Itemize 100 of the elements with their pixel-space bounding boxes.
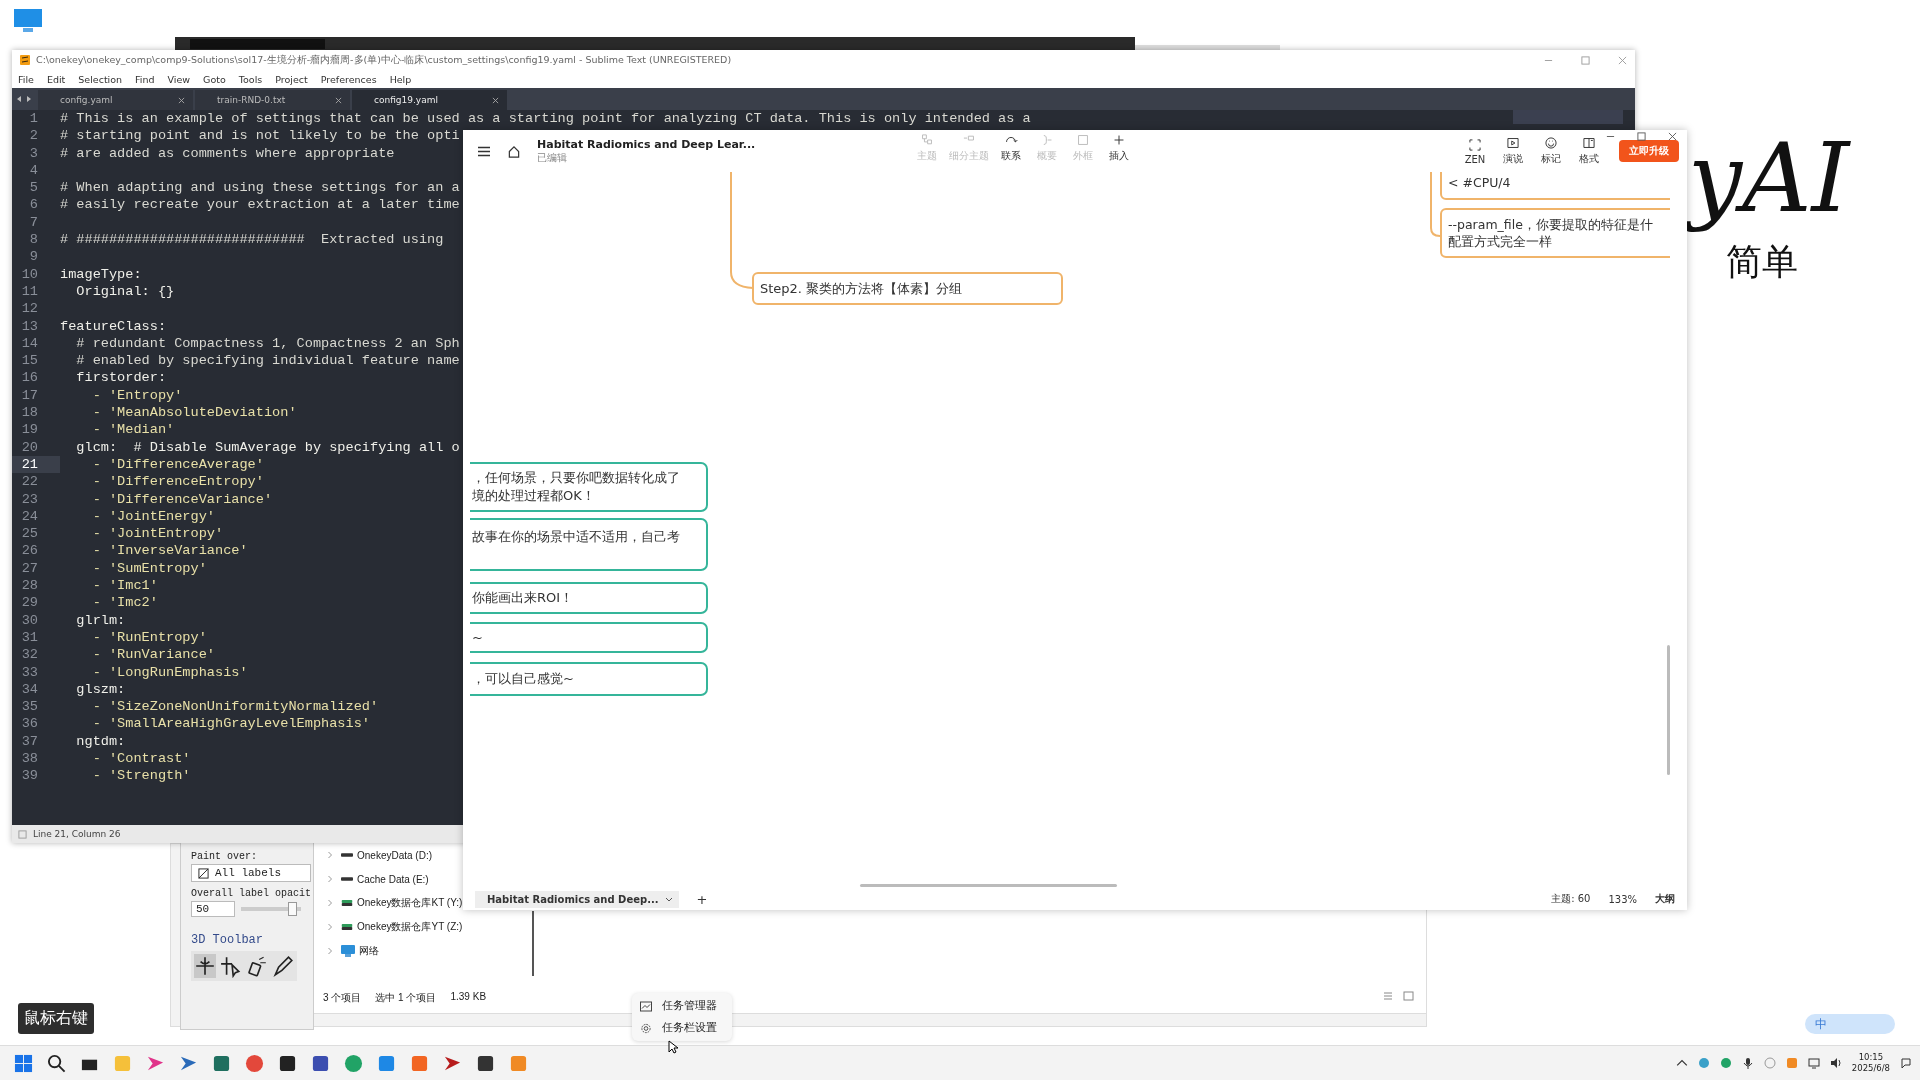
line-number: 20 xyxy=(20,438,39,456)
code-line: imageType: xyxy=(60,265,142,283)
tree-item[interactable]: Cache Data (E:) xyxy=(327,870,429,888)
logo-text: yAI xyxy=(1688,121,1850,236)
topic-node[interactable]: --param_file，你要提取的特征是什 配置方式完全一样 xyxy=(1440,208,1670,258)
opacity-label: Overall label opacit xyxy=(191,888,312,899)
code-line: # When adapting and using these settings for an a xyxy=(60,179,460,197)
code-line: # enabled by specifying individual feature name xyxy=(75,352,460,370)
menu-item[interactable]: Preferences xyxy=(320,73,377,85)
code-line: - 'MeanAbsoluteDeviation' xyxy=(91,404,297,422)
topic-node[interactable]: Step2. 聚类的方法将【体素】分组 xyxy=(752,272,1063,305)
code-line: - 'SizeZoneNonUniformityNormalized' xyxy=(91,698,379,716)
menu-item[interactable]: Help xyxy=(389,73,412,85)
toolbar-button[interactable]: 演说 xyxy=(1499,136,1527,166)
line-number: 11 xyxy=(20,282,39,301)
code-line: - 'DifferenceAverage' xyxy=(91,455,264,474)
window-title: C:\onekey\onekey_comp\comp9-Solutions\sol17-生境分析-瘤内瘤周-多(单)中心-临床\custom_settings\config19.yaml - Sublime Text (UNREGISTERED) xyxy=(36,53,732,67)
line-number: 2 xyxy=(28,127,39,145)
line-number: 21 xyxy=(12,455,60,474)
code-line: glrlm: xyxy=(75,611,126,629)
code-line: - 'DifferenceVariance' xyxy=(91,490,273,508)
code-line: - 'LongRunEmphasis' xyxy=(91,663,248,681)
toolbar-button[interactable]: 联系 xyxy=(997,133,1025,163)
line-number: 36 xyxy=(20,715,39,733)
file-tab[interactable]: train-RND-0.txt xyxy=(195,90,350,110)
file-tab[interactable]: config19.yaml xyxy=(352,90,507,110)
caption-label: 鼠标右键 xyxy=(18,1003,94,1034)
code-line: - 'JointEnergy' xyxy=(91,507,215,526)
toolbar-button[interactable]: 格式 xyxy=(1575,136,1603,166)
menu-item[interactable]: File xyxy=(18,73,34,85)
line-number: 31 xyxy=(20,628,39,647)
tree-item[interactable]: Onekey数据仓库YT (Z:) xyxy=(327,918,463,936)
clock-time[interactable]: 10:15 xyxy=(1858,1052,1884,1063)
topic-node[interactable]: 故事在你的场景中适不适用，自己考 xyxy=(470,518,708,571)
line-number: 34 xyxy=(20,680,39,699)
zoom-level[interactable]: 133% xyxy=(1608,893,1637,905)
code-line: # redundant Compactness 1, Compactness 2 an Sph xyxy=(75,334,460,353)
toolbar-button[interactable]: 插入 xyxy=(1105,133,1133,163)
code-line: - 'SumEntropy' xyxy=(91,559,207,577)
topic-node[interactable]: < #CPU/4 xyxy=(1440,172,1670,200)
line-number: 15 xyxy=(20,352,39,370)
menu-item[interactable]: View xyxy=(167,73,191,85)
menu-item[interactable]: 任务管理器 xyxy=(632,995,732,1017)
topic-node[interactable]: ~ xyxy=(470,622,708,653)
code-line: Original: {} xyxy=(75,282,175,301)
line-number: 3 xyxy=(28,144,39,162)
line-number: 37 xyxy=(20,732,39,750)
line-number: 4 xyxy=(28,161,39,180)
menu-item[interactable]: Edit xyxy=(46,73,66,85)
menu-item[interactable]: 任务栏设置 xyxy=(632,1017,732,1039)
outline-button[interactable]: 大纲 xyxy=(1655,892,1675,906)
menu-item[interactable]: Project xyxy=(275,73,308,85)
menu-item[interactable]: Tools xyxy=(238,73,263,85)
line-number: 27 xyxy=(20,559,39,577)
code-line: # starting point and is not likely to be the opti xyxy=(60,127,460,145)
line-number: 26 xyxy=(20,542,39,560)
toolbar-button[interactable]: 标记 xyxy=(1537,136,1565,166)
code-line: - 'Strength' xyxy=(91,767,191,785)
code-line: - 'JointEntropy' xyxy=(91,525,224,543)
topic-node[interactable]: 你能画出来ROI！ xyxy=(470,582,708,614)
paint-over-dropdown[interactable]: All labels xyxy=(191,864,311,882)
code-line: - 'DifferenceEntropy' xyxy=(91,473,264,491)
menu-item[interactable]: Selection xyxy=(78,73,123,85)
tree-item[interactable]: OnekeyData (D:) xyxy=(327,846,433,864)
menu-item[interactable]: Goto xyxy=(203,73,226,85)
line-number: 8 xyxy=(28,231,39,249)
topic-count: 主题: 60 xyxy=(1551,892,1591,906)
line-number: 17 xyxy=(20,386,39,405)
line-number: 13 xyxy=(20,317,39,335)
line-number: 33 xyxy=(20,663,39,681)
tree-item[interactable]: Onekey数据仓库KT (Y:) xyxy=(327,894,463,912)
code-line: # easily recreate your extraction at a later time xyxy=(60,196,460,214)
code-line: # ############################ Extracted using xyxy=(60,231,444,249)
line-number: 18 xyxy=(20,404,39,422)
line-number: 1 xyxy=(28,110,39,128)
file-tab[interactable]: config.yaml xyxy=(38,90,193,110)
line-number: 19 xyxy=(20,421,39,439)
toolbar-button[interactable]: ZEN xyxy=(1461,137,1489,165)
code-line: glcm: # Disable SumAverage by specifying all o xyxy=(75,438,460,456)
code-line: - 'RunEntropy' xyxy=(91,628,207,647)
line-number: 7 xyxy=(28,213,39,232)
topic-node[interactable]: ，任何场景，只要你吧数据转化成了 境的处理过程都OK！ xyxy=(470,462,708,512)
section-title: 3D Toolbar xyxy=(191,933,263,947)
clock-date[interactable]: 2025/6/8 xyxy=(1851,1063,1890,1074)
tree-item[interactable]: 网络 xyxy=(327,942,379,960)
line-number: 25 xyxy=(20,525,39,543)
document-title: Habitat Radiomics and Deep Lear... xyxy=(537,137,757,151)
code-line: # This is an example of settings that can be used as a starting point for analyzing CT data. This is only intended as a xyxy=(60,110,1031,128)
code-line: ngtdm: xyxy=(75,732,126,750)
add-sheet-button[interactable]: + xyxy=(696,891,708,907)
code-line: firstorder: xyxy=(75,369,167,387)
code-line: - 'Imc1' xyxy=(91,577,158,595)
menu-item[interactable]: Find xyxy=(135,73,155,85)
code-line: # are added as comments where appropriate xyxy=(60,144,395,162)
line-number: 35 xyxy=(20,698,39,716)
code-line: featureClass: xyxy=(60,317,167,335)
sheet-tab[interactable]: Habitat Radiomics and Deep... xyxy=(475,890,679,908)
opacity-input[interactable]: 50 xyxy=(191,901,235,917)
topic-node[interactable]: ，可以自己感觉~ xyxy=(470,662,708,696)
line-number: 14 xyxy=(20,334,39,353)
